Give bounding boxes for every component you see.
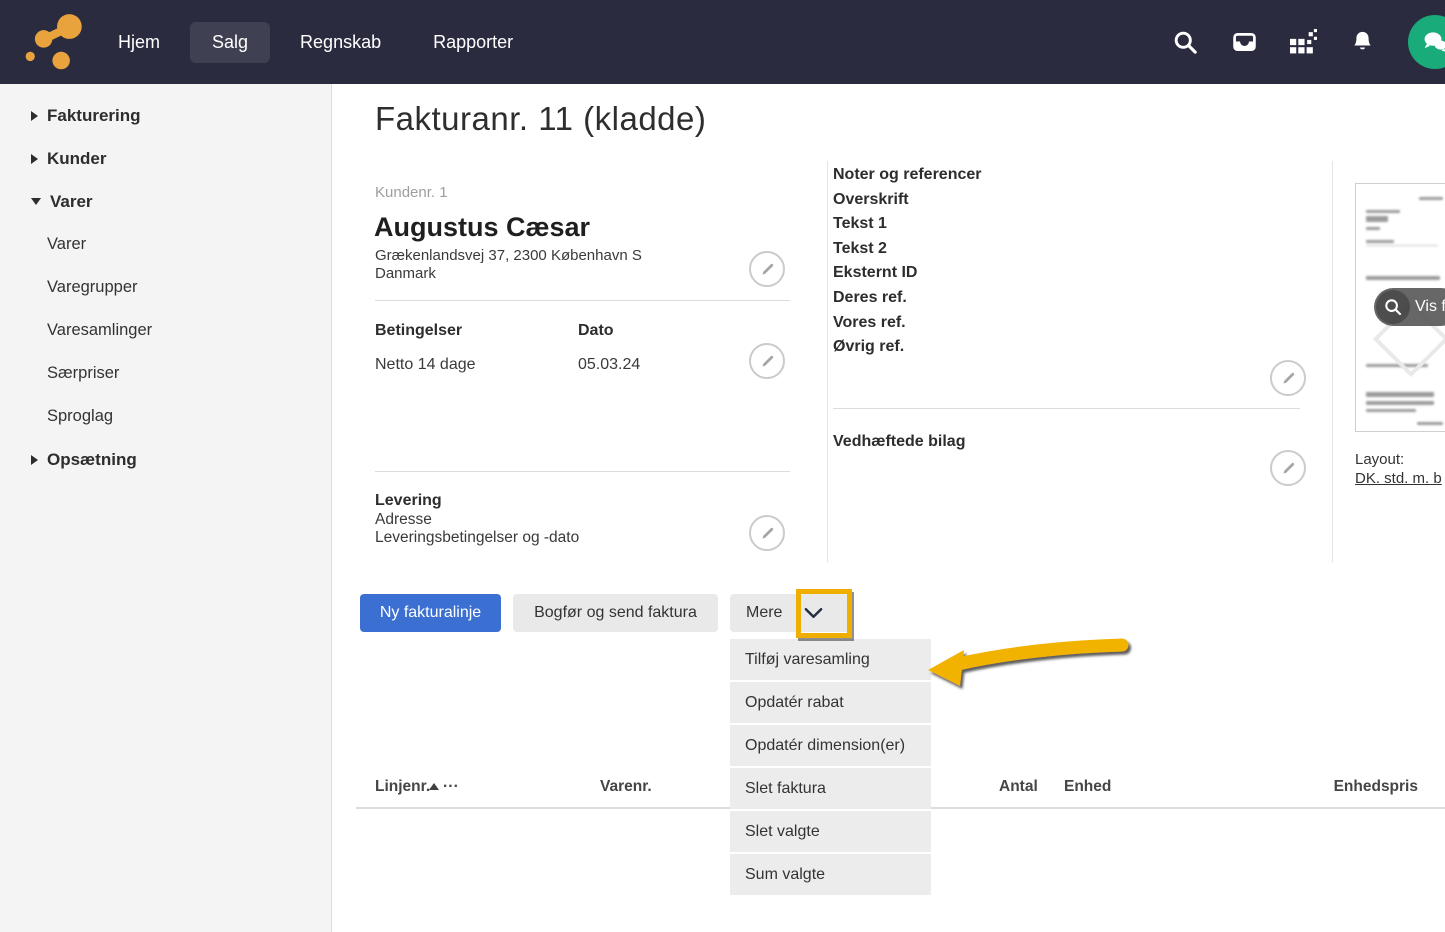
menu-item-slet-valgte[interactable]: Slet valgte [730,811,931,852]
nav-item-regnskab[interactable]: Regnskab [278,22,403,63]
more-button-label: Mere [746,604,782,622]
sidebar-item-varer[interactable]: Varer [0,223,331,266]
edit-customer-button[interactable] [749,251,785,287]
sidebar-item-label: Særpriser [47,352,119,395]
nav-icon-group [1172,0,1445,84]
menu-item-slet-faktura[interactable]: Slet faktura [730,768,931,809]
notes-field-overskrift: Overskrift [833,188,982,213]
layout-link[interactable]: DK. std. m. b [1355,470,1442,487]
main-nav: Hjem Salg Regnskab Rapporter [96,0,535,84]
sidebar: Fakturering Kunder Varer Varer Varegrupp… [0,84,332,932]
pencil-icon [759,525,776,542]
sidebar-item-label: Opsætning [47,438,137,481]
col-header-linjenr[interactable]: Linjenr. [375,778,430,796]
sidebar-item-label: Sproglag [47,395,113,438]
pencil-icon [1280,370,1297,387]
menu-item-opdater-dimensioner[interactable]: Opdatér dimension(er) [730,725,931,766]
apps-grid-icon[interactable] [1290,29,1317,56]
notes-field-eksternt-id: Eksternt ID [833,261,982,286]
vertical-divider [1332,161,1333,562]
customer-address-line2: Danmark [375,265,436,282]
view-invoice-label: Vis fa [1415,298,1445,316]
edit-delivery-button[interactable] [749,515,785,551]
vertical-divider [827,161,828,562]
col-header-enhedspris[interactable]: Enhedspris [1330,778,1418,796]
pencil-icon [759,261,776,278]
delivery-title: Levering [375,492,442,510]
col-header-enhed[interactable]: Enhed [1064,778,1111,796]
economic-logo-icon[interactable] [22,8,90,76]
notes-field-vores-ref: Vores ref. [833,311,982,336]
col-header-antal[interactable]: Antal [999,778,1038,796]
pencil-icon [1280,460,1297,477]
sidebar-item-label: Varesamlinger [47,309,152,352]
sidebar-item-label: Fakturering [47,94,141,137]
search-icon[interactable] [1172,29,1199,56]
date-value: 05.03.24 [578,356,640,374]
sidebar-item-label: Kunder [47,137,107,180]
page-title: Fakturanr. 11 (kladde) [375,100,706,138]
annotation-highlight-box [796,589,852,638]
post-and-send-button[interactable]: Bogfør og send faktura [513,594,718,632]
nav-item-salg[interactable]: Salg [190,22,270,63]
chevron-down-icon [31,198,41,205]
sort-ascending-icon[interactable] [429,783,439,790]
menu-item-sum-valgte[interactable]: Sum valgte [730,854,931,895]
edit-terms-button[interactable] [749,343,785,379]
sidebar-item-label: Varer [50,180,93,223]
chevron-right-icon [31,154,38,164]
annotation-arrow [900,630,1140,700]
sidebar-item-varer-section[interactable]: Varer [0,180,331,223]
notes-and-references: Noter og referencer Overskrift Tekst 1 T… [833,163,982,360]
sidebar-item-varegrupper[interactable]: Varegrupper [0,266,331,309]
notes-field-tekst2: Tekst 2 [833,237,982,262]
sidebar-item-opsaetning[interactable]: Opsætning [0,438,331,481]
date-label: Dato [578,322,614,340]
col-header-varenr[interactable]: Varenr. [600,778,652,796]
sidebar-item-sproglag[interactable]: Sproglag [0,395,331,438]
notes-title: Noter og referencer [833,163,982,188]
col-header-more-options[interactable]: ... [443,774,459,792]
sidebar-item-saerpriser[interactable]: Særpriser [0,352,331,395]
notes-field-tekst1: Tekst 1 [833,212,982,237]
terms-label: Betingelser [375,322,462,340]
new-invoice-line-button[interactable]: Ny fakturalinje [360,594,501,632]
view-invoice-button[interactable]: Vis fa [1374,288,1445,326]
chevron-right-icon [31,455,38,465]
divider [375,471,790,472]
divider [375,300,790,301]
support-chat-icon[interactable] [1408,15,1445,69]
edit-notes-button[interactable] [1270,360,1306,396]
customer-address-line1: Grækenlandsvej 37, 2300 København S [375,247,642,264]
nav-item-hjem[interactable]: Hjem [96,22,182,63]
sidebar-item-varesamlinger[interactable]: Varesamlinger [0,309,331,352]
top-navigation-bar: Hjem Salg Regnskab Rapporter [0,0,1445,84]
sidebar-item-label: Varer [47,223,86,266]
attachments-title: Vedhæftede bilag [833,433,965,451]
edit-attachments-button[interactable] [1270,450,1306,486]
chevron-right-icon [31,111,38,121]
customer-name: Augustus Cæsar [374,212,590,243]
layout-label: Layout: [1355,451,1404,468]
terms-value: Netto 14 dage [375,356,476,374]
delivery-terms-label: Leveringsbetingelser og -dato [375,529,579,547]
notifications-bell-icon[interactable] [1349,29,1376,56]
delivery-address-label: Adresse [375,511,432,529]
sidebar-item-label: Varegrupper [47,266,138,309]
sidebar-item-fakturering[interactable]: Fakturering [0,94,331,137]
magnifier-icon [1376,290,1410,324]
inbox-icon[interactable] [1231,29,1258,56]
pencil-icon [759,353,776,370]
nav-item-rapporter[interactable]: Rapporter [411,22,535,63]
customer-number: Kundenr. 1 [375,184,448,201]
notes-field-oevrig-ref: Øvrig ref. [833,335,982,360]
sidebar-item-kunder[interactable]: Kunder [0,137,331,180]
divider [833,408,1300,409]
notes-field-deres-ref: Deres ref. [833,286,982,311]
